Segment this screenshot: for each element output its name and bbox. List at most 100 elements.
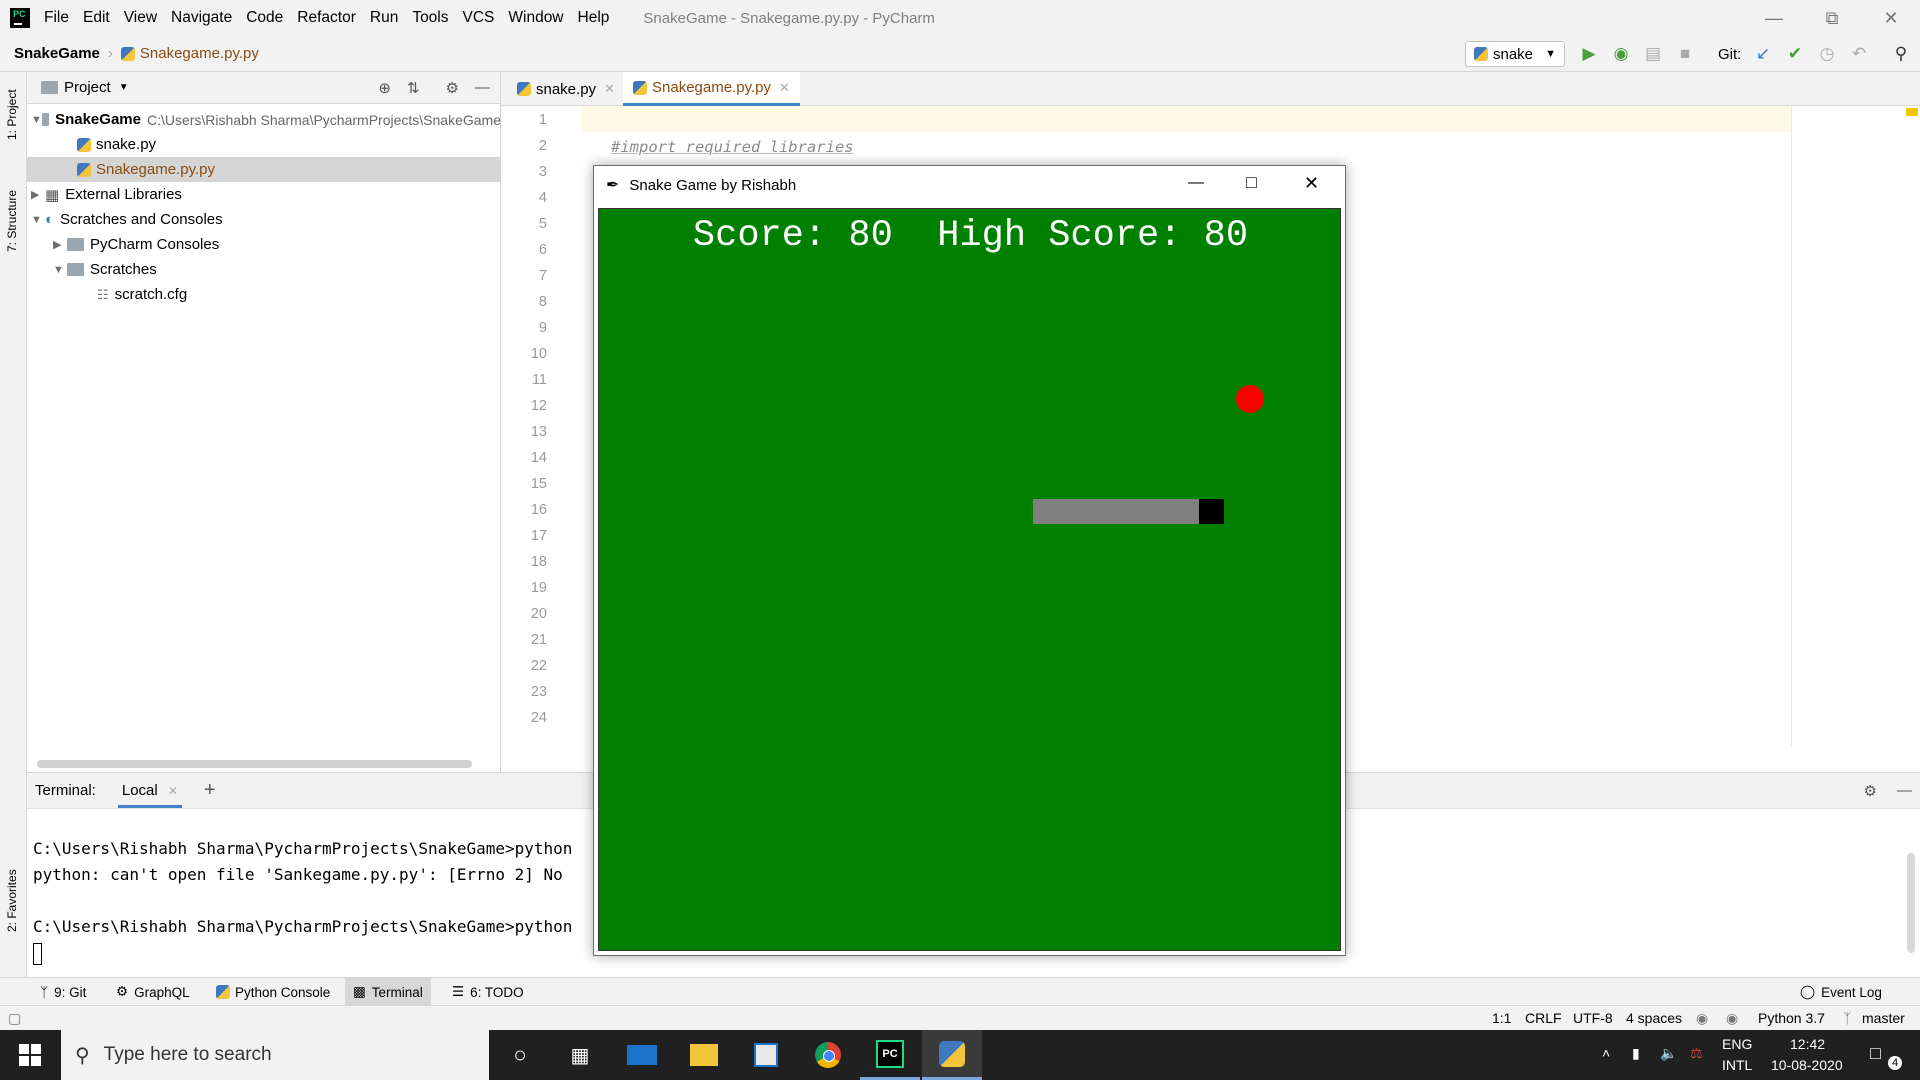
vertical-scrollbar[interactable] [1907,853,1915,953]
python-interpreter[interactable]: Python 3.7 [1758,1010,1825,1026]
expand-arrow-icon[interactable]: ▶ [53,238,67,251]
tool-todo[interactable]: ☰ 6: TODO [444,978,532,1006]
tool-event-log[interactable]: ◯ Event Log [1792,978,1890,1006]
timeline-icon[interactable]: ▦ [550,1030,610,1080]
git-branch[interactable]: master [1862,1010,1905,1026]
run-config-selector[interactable]: snake ▼ [1465,41,1565,67]
expand-arrow-icon[interactable]: ▶ [31,188,45,201]
warning-marker-icon[interactable] [1906,108,1918,116]
indent-setting[interactable]: 4 spaces [1626,1010,1682,1026]
tree-scratches[interactable]: ▼ Scratches [53,257,157,282]
tool-python-console[interactable]: Python Console [208,978,338,1006]
windows-start-button[interactable] [0,1030,60,1080]
tool-git[interactable]: ᛉ 9: Git [32,978,94,1006]
tree-scratch-file[interactable]: ☷ scratch.cfg [97,282,187,307]
close-icon[interactable]: ✕ [168,784,178,798]
menu-refactor[interactable]: Refactor [297,9,356,27]
mail-app-icon[interactable] [612,1030,672,1080]
tray-expand-icon[interactable]: ˄ [1602,1045,1610,1061]
git-history-icon[interactable]: ◷ [1816,43,1838,65]
language-top[interactable]: ENG [1722,1036,1752,1052]
menu-tools[interactable]: Tools [412,9,448,27]
line-separator[interactable]: CRLF [1525,1010,1562,1026]
minimize-button[interactable]: — [1745,0,1803,36]
close-button[interactable]: ✕ [1862,0,1920,36]
game-canvas[interactable]: Score: 80 High Score: 80 [598,208,1341,951]
close-button[interactable]: ✕ [1304,173,1319,194]
close-icon[interactable]: ✕ [779,80,790,96]
menu-code[interactable]: Code [246,9,283,27]
menu-file[interactable]: File [44,9,69,27]
menu-view[interactable]: View [124,9,157,27]
tab-snake-py[interactable]: snake.py ✕ [507,72,625,106]
search-icon[interactable]: ⚲ [1890,43,1912,65]
git-commit-icon[interactable]: ✔ [1784,43,1806,65]
tool-graphql[interactable]: ⚙ GraphQL [108,978,198,1006]
menu-help[interactable]: Help [578,9,610,27]
task-view-icon[interactable]: ○ [490,1030,550,1080]
stop-icon[interactable]: ■ [1674,43,1696,65]
volume-icon[interactable]: 🔈 [1660,1045,1677,1062]
gear-icon[interactable]: ⚙ [1864,782,1877,800]
terminal-tab-local[interactable]: Local ✕ [117,774,182,808]
git-rollback-icon[interactable]: ↶ [1848,43,1870,65]
tab-snakegame-py[interactable]: Snakegame.py.py ✕ [623,72,800,106]
menu-edit[interactable]: Edit [83,9,110,27]
close-icon[interactable]: ✕ [604,81,615,97]
new-terminal-tab-button[interactable]: + [204,779,216,802]
store-app-icon[interactable] [736,1030,796,1080]
caret-position[interactable]: 1:1 [1492,1010,1511,1026]
git-update-icon[interactable]: ↙ [1752,43,1774,65]
network-icon[interactable]: ⚖ [1690,1045,1703,1062]
battery-icon[interactable]: ▮ [1632,1045,1640,1062]
run-icon[interactable]: ▶ [1578,43,1600,65]
tree-root[interactable]: ▼ SnakeGame C:\Users\Rishabh Sharma\Pych… [31,107,501,132]
tree-file-snakegame-selected[interactable]: Snakegame.py.py [27,157,501,182]
expand-arrow-icon[interactable]: ▼ [31,114,42,126]
file-encoding[interactable]: UTF-8 [1573,1010,1613,1026]
language-bottom[interactable]: INTL [1722,1057,1752,1073]
terminal-cursor[interactable] [33,943,42,965]
maximize-button[interactable]: □ [1246,172,1257,193]
chrome-browser-icon[interactable] [798,1030,858,1080]
project-tool-tab[interactable]: 1: Project [5,89,19,140]
file-explorer-icon[interactable] [674,1030,734,1080]
menu-window[interactable]: Window [508,9,563,27]
taskbar-search[interactable]: ⚲ Type here to search [61,1030,489,1080]
menu-vcs[interactable]: VCS [463,9,495,27]
python-app-taskbar-icon[interactable] [922,1030,982,1080]
snake-window-titlebar[interactable]: ✒ Snake Game by Rishabh — □ ✕ [594,166,1345,204]
notification-icon[interactable]: □ [1870,1043,1881,1064]
tool-windows-toggle-icon[interactable]: ▢ [8,1010,21,1027]
debug-icon[interactable]: ◉ [1610,43,1632,65]
inspector-icon[interactable]: ◉ [1726,1010,1738,1027]
structure-tool-tab[interactable]: 7: Structure [5,190,19,252]
gear-icon[interactable]: ⚙ [446,79,459,97]
tree-scratches-consoles[interactable]: ▼ ◐ Scratches and Consoles [31,207,223,232]
lock-icon[interactable]: ◉ [1696,1010,1708,1027]
expand-arrow-icon[interactable]: ▼ [31,214,45,226]
coverage-icon[interactable]: ▤ [1642,43,1664,65]
menu-run[interactable]: Run [370,9,398,27]
minimize-button[interactable]: — [1188,174,1204,192]
favorites-tool-tab[interactable]: 2: Favorites [5,869,19,932]
chevron-down-icon[interactable]: ▼ [119,82,129,93]
clock-date[interactable]: 10-08-2020 [1771,1057,1843,1073]
tree-external-libraries[interactable]: ▶ ▦ External Libraries [31,182,182,207]
breadcrumb-file[interactable]: Snakegame.py.py [140,45,259,62]
pycharm-taskbar-icon[interactable]: PC [860,1030,920,1080]
locate-icon[interactable]: ⊕ [378,79,391,97]
collapse-all-icon[interactable]: ⇅ [407,79,420,97]
breadcrumb-project[interactable]: SnakeGame [14,45,100,62]
menu-navigate[interactable]: Navigate [171,9,232,27]
hide-panel-icon[interactable]: — [1897,782,1912,799]
expand-arrow-icon[interactable]: ▼ [53,264,67,276]
tree-file-snake[interactable]: snake.py [77,132,156,157]
hide-panel-icon[interactable]: — [475,79,490,96]
project-view-label[interactable]: Project [64,79,111,96]
clock-time[interactable]: 12:42 [1790,1036,1825,1052]
tree-pycharm-consoles[interactable]: ▶ PyCharm Consoles [53,232,219,257]
tool-terminal[interactable]: ▩ Terminal [345,978,431,1006]
restore-button[interactable]: ⧉ [1803,0,1861,36]
horizontal-scrollbar[interactable] [37,760,472,768]
